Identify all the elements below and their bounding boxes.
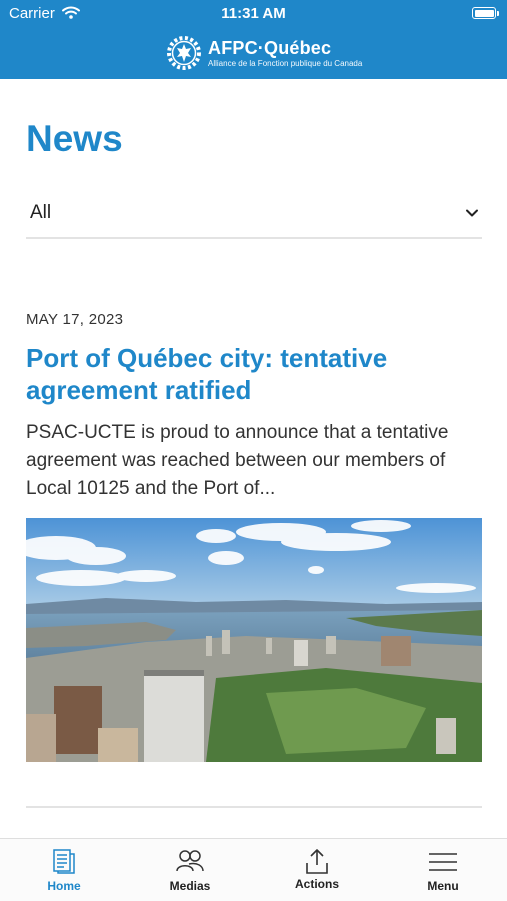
- afpc-logo: AFPC·Québec Alliance de la Fonction publ…: [166, 34, 362, 72]
- tab-medias[interactable]: Medias: [140, 839, 240, 901]
- article-divider: [26, 806, 482, 808]
- article-date: MAY 17, 2023: [26, 311, 124, 328]
- status-bar: Carrier 11:31 AM: [0, 0, 507, 30]
- tab-menu[interactable]: Menu: [393, 839, 493, 901]
- tab-home[interactable]: Home: [14, 839, 114, 901]
- bottom-tab-bar: Home Medias Actions Menu: [0, 838, 507, 901]
- chevron-down-icon: [464, 205, 480, 226]
- tab-home-label: Home: [47, 879, 81, 893]
- category-filter-dropdown[interactable]: All: [26, 195, 482, 239]
- battery-icon: [472, 7, 496, 19]
- article-excerpt: PSAC-UCTE is proud to announce that a te…: [26, 422, 449, 499]
- app-header: Carrier 11:31 AM AFPC·Québec Alliance de…: [0, 0, 507, 79]
- logo-title: AFPC·Québec: [208, 37, 332, 58]
- hamburger-icon: [428, 852, 458, 877]
- page-title: News: [26, 118, 123, 159]
- filter-selected-value: All: [30, 202, 52, 223]
- article-title-link[interactable]: Port of Québec city: tentative agreement…: [26, 342, 482, 406]
- article-image[interactable]: [26, 518, 482, 762]
- document-icon: [50, 848, 78, 879]
- gear-leaf-logo-icon: [167, 36, 201, 70]
- logo-subtitle: Alliance de la Fonction publique du Cana…: [208, 58, 363, 68]
- tab-medias-label: Medias: [169, 879, 211, 893]
- tab-menu-label: Menu: [427, 879, 459, 893]
- tab-actions-label: Actions: [294, 877, 339, 891]
- status-time: 11:31 AM: [221, 5, 286, 22]
- tab-actions[interactable]: Actions: [267, 839, 367, 901]
- people-icon: [175, 848, 205, 879]
- battery-cap: [497, 11, 499, 16]
